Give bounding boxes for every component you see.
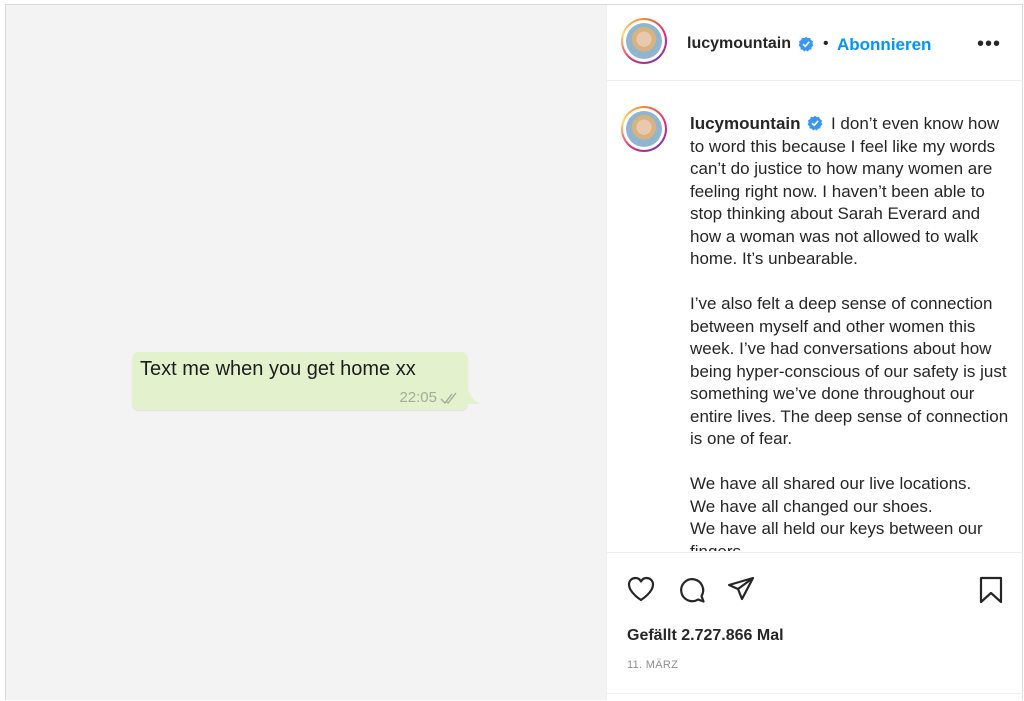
more-options-button[interactable]: ••• — [977, 33, 1001, 56]
caption-text: lucymountain I don’t even know how to wo… — [690, 113, 1010, 551]
caption-line-1: We have all shared our live locations. — [690, 474, 972, 493]
heart-icon[interactable] — [626, 575, 656, 603]
post-sidebar: lucymountain • Abonnieren ••• lucymounta… — [606, 5, 1023, 700]
message-text: Text me when you get home xx — [140, 358, 416, 380]
post-header: lucymountain • Abonnieren ••• — [607, 5, 1023, 81]
header-username[interactable]: lucymountain — [687, 35, 814, 53]
divider — [607, 693, 1023, 694]
caption-line-2: We have all changed our shoes. — [690, 496, 933, 516]
share-icon[interactable] — [726, 575, 756, 603]
caption-paragraph-2: I’ve also felt a deep sense of connectio… — [690, 294, 1009, 448]
verified-badge-icon — [807, 115, 823, 131]
chat-message-bubble: Text me when you get home xx 22:05 — [132, 352, 480, 410]
comment-icon[interactable] — [677, 575, 707, 605]
verified-badge-icon — [799, 36, 814, 52]
post-media[interactable]: Text me when you get home xx 22:05 — [6, 5, 606, 700]
caption-line-3: We have all held our keys between our fi… — [690, 519, 983, 551]
message-meta: 22:05 — [399, 389, 460, 406]
caption-avatar[interactable] — [621, 106, 667, 152]
header-separator: • — [823, 35, 829, 52]
double-check-icon — [440, 392, 457, 404]
bubble-tail — [466, 390, 480, 404]
instagram-post: Text me when you get home xx 22:05 lucym… — [5, 4, 1023, 700]
post-date[interactable]: 11. MÄRZ — [627, 659, 678, 671]
avatar[interactable] — [621, 18, 667, 64]
username-link[interactable]: lucymountain — [687, 35, 791, 52]
message-time: 22:05 — [399, 389, 437, 406]
post-actions: Gefällt 2.727.866 Mal 11. MÄRZ — [607, 552, 1023, 701]
post-caption: lucymountain I don’t even know how to wo… — [607, 81, 1023, 551]
follow-button[interactable]: Abonnieren — [837, 35, 931, 55]
bookmark-icon[interactable] — [978, 575, 1004, 605]
caption-paragraph-1: I don’t even know how to word this becau… — [690, 114, 1000, 268]
likes-count[interactable]: Gefällt 2.727.866 Mal — [627, 627, 784, 645]
caption-username[interactable]: lucymountain — [690, 114, 801, 133]
